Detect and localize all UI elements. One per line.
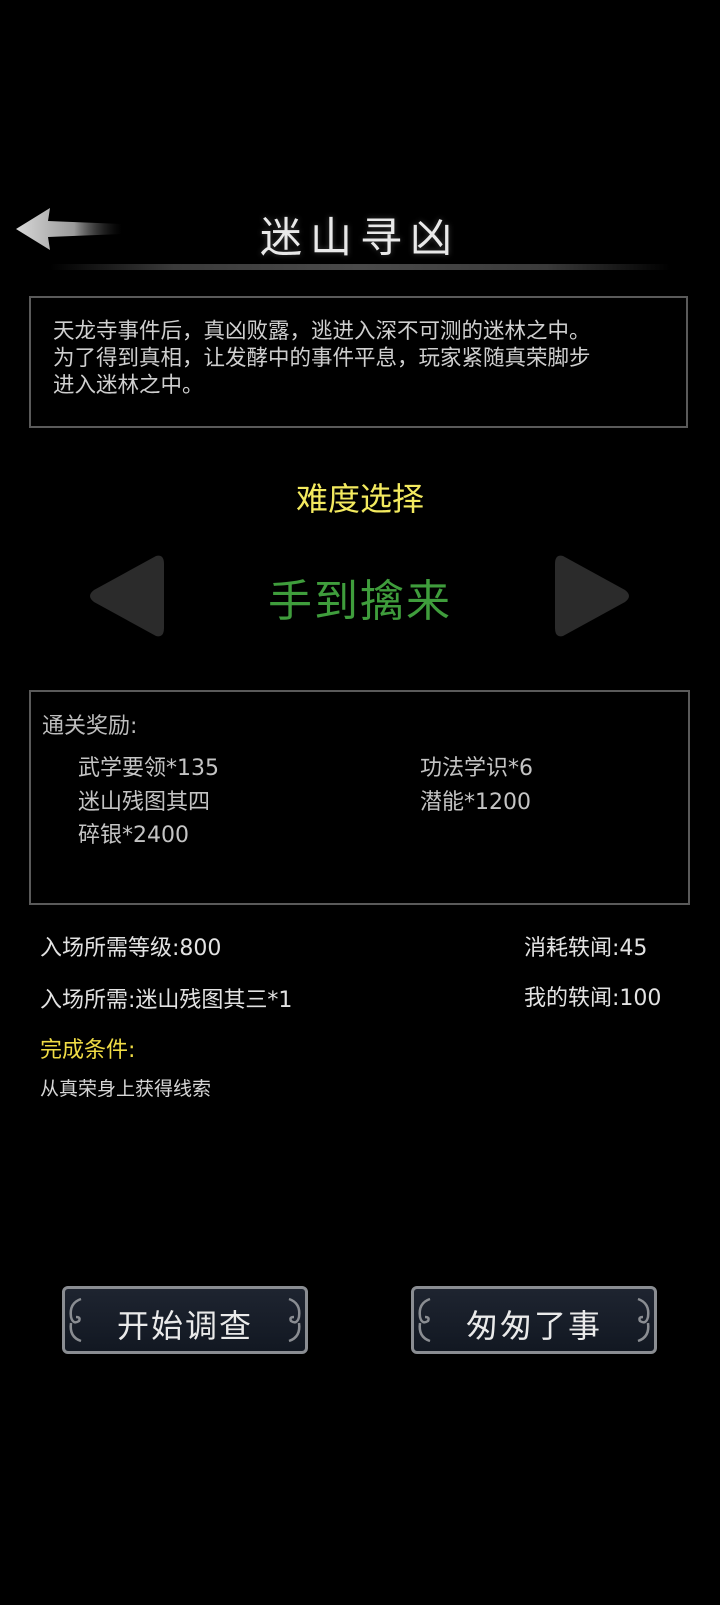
reward-item: 潜能*1200 (420, 790, 531, 815)
description-line: 天龙寺事件后，真凶败露，逃进入深不可测的迷林之中。 (53, 319, 591, 344)
quick-button-label: 匆匆了事 (465, 1307, 602, 1345)
triangle-right-icon (555, 555, 629, 637)
page-title: 迷山寻凶 (259, 213, 460, 262)
difficulty-label: 难度选择 (295, 480, 424, 518)
ornament-icon (288, 1297, 301, 1343)
reward-item: 碎银*2400 (78, 823, 189, 848)
cost-anecdote: 消耗轶闻:45 (524, 936, 648, 961)
rewards-label: 通关奖励: (42, 714, 138, 739)
description-line: 为了得到真相，让发酵中的事件平息，玩家紧随真荣脚步 (53, 346, 591, 371)
next-difficulty-button[interactable] (553, 552, 633, 640)
description-box: 天龙寺事件后，真凶败露，逃进入深不可测的迷林之中。 为了得到真相，让发酵中的事件… (29, 296, 688, 428)
reward-item: 迷山残图其四 (78, 790, 211, 815)
required-level: 入场所需等级:800 (40, 936, 222, 961)
reward-item: 功法学识*6 (420, 756, 533, 781)
completion-text: 从真荣身上获得线索 (40, 1078, 212, 1100)
completion-label: 完成条件: (40, 1038, 136, 1063)
description-line: 进入迷林之中。 (53, 373, 204, 398)
title-underline (50, 264, 670, 270)
start-button-label: 开始调查 (116, 1307, 253, 1345)
quick-finish-button[interactable]: 匆匆了事 (411, 1286, 657, 1354)
owned-anecdote: 我的轶闻:100 (524, 986, 662, 1011)
required-item: 入场所需:迷山残图其三*1 (40, 988, 293, 1013)
start-investigation-button[interactable]: 开始调查 (62, 1286, 308, 1354)
ornament-icon (637, 1297, 650, 1343)
reward-item: 武学要领*135 (78, 756, 219, 781)
